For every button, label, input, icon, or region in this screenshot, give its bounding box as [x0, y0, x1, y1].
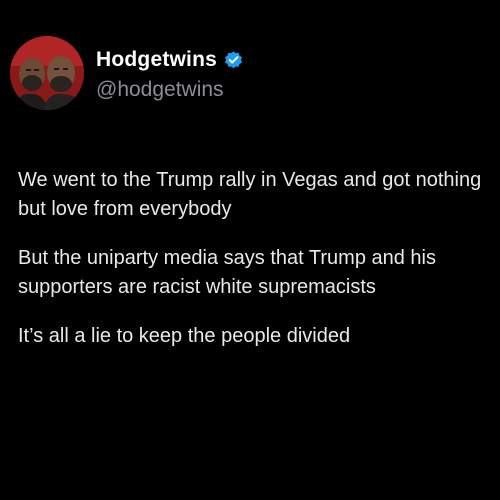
- account-handle[interactable]: @hodgetwins: [96, 78, 244, 102]
- tweet-card: Hodgetwins @hodgetwins We went to the Tr…: [0, 0, 500, 500]
- account-identity: Hodgetwins @hodgetwins: [96, 44, 244, 102]
- name-row: Hodgetwins: [96, 44, 244, 76]
- tweet-text: We went to the Trump rally in Vegas and …: [18, 166, 488, 371]
- tweet-paragraph: We went to the Trump rally in Vegas and …: [18, 169, 482, 220]
- tweet-paragraph: It’s all a lie to keep the people divide…: [18, 325, 351, 347]
- tweet-paragraph: But the uniparty media says that Trump a…: [18, 247, 436, 298]
- avatar-image: [10, 36, 84, 110]
- avatar[interactable]: [10, 36, 84, 110]
- verified-badge-icon: [223, 50, 244, 71]
- display-name[interactable]: Hodgetwins: [96, 48, 217, 72]
- tweet-header: Hodgetwins @hodgetwins: [10, 36, 244, 110]
